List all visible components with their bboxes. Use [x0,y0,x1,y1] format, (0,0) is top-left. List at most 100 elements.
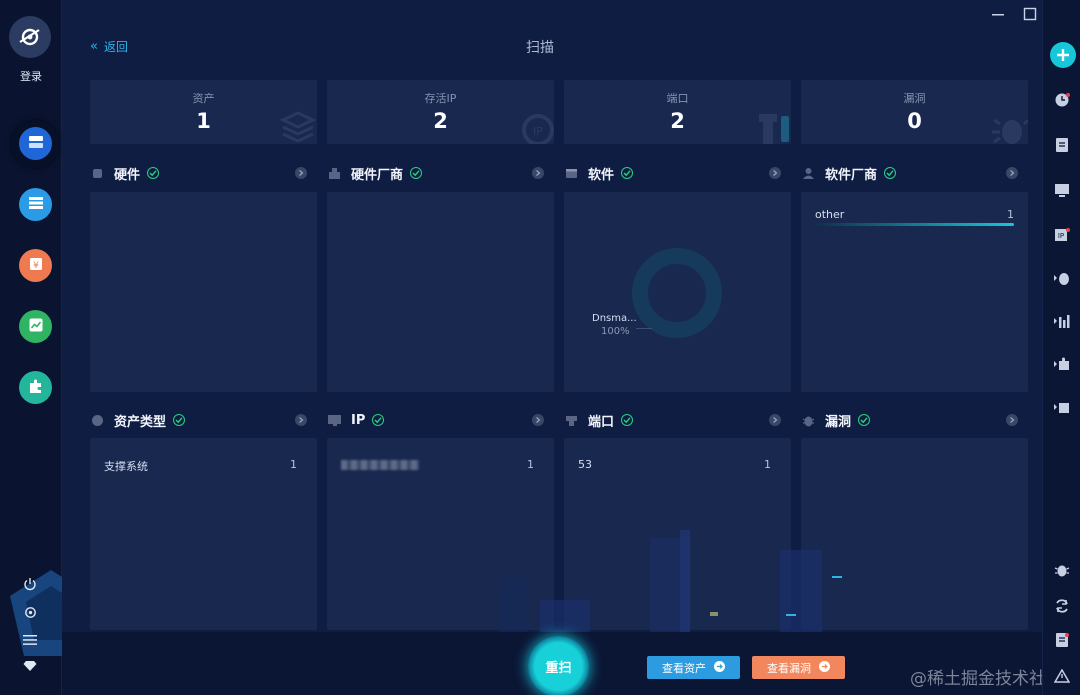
puzzle-plugin-icon[interactable] [1052,354,1072,374]
section-header-vuln: 漏洞 [801,410,871,430]
pie-icon [90,413,104,427]
report-icon[interactable] [1052,630,1072,650]
section-title: IP [351,412,366,428]
row-count: 1 [527,458,534,471]
software-window-icon [564,166,578,180]
layers-icon [279,111,317,143]
menu-icon[interactable] [20,630,40,650]
section-title: 软件 [588,167,615,183]
section-title: 资产类型 [114,414,167,430]
clock-history-icon[interactable] [1052,90,1072,110]
section-header-asset-type: 资产类型 [90,410,186,430]
warning-triangle-icon[interactable] [1052,666,1072,686]
row-count: 1 [1007,208,1014,221]
list-item[interactable]: 1 [341,458,534,471]
section-header-ip: IP [327,410,385,430]
plugin-extension-icon[interactable] [1052,397,1072,417]
login-label[interactable]: 登录 [0,68,62,84]
view-vulns-label: 查看漏洞 [767,661,811,675]
add-plus-icon[interactable] [1050,42,1076,68]
monitor-icon[interactable] [1052,180,1072,200]
more-arrow-icon[interactable] [1006,414,1018,426]
svg-text:IP: IP [1058,232,1064,240]
more-arrow-icon[interactable] [769,414,781,426]
watermark-text: @稀土掘金技术社区 [910,669,1063,689]
bar-chart-icon[interactable] [1052,311,1072,331]
bug-icon [992,118,1028,144]
view-vulns-button[interactable]: 查看漏洞 [752,656,845,679]
stat-card-vulns[interactable]: 漏洞 0 [801,80,1028,144]
asset-server-icon [28,134,44,153]
list-item[interactable]: other 1 [815,208,1014,221]
more-arrow-icon[interactable] [769,167,781,179]
settings-gear-icon[interactable] [20,602,40,622]
software-donut-chart[interactable] [630,246,724,340]
row-count: 1 [290,458,297,471]
check-circle-icon [621,167,634,179]
nav-list-button[interactable] [19,188,52,221]
more-arrow-icon[interactable] [295,414,307,426]
minimize-icon[interactable] [989,5,1007,23]
more-arrow-icon[interactable] [532,167,544,179]
nav-asset-server-button[interactable] [19,127,52,160]
ip-location-icon: IP [522,114,554,144]
document-icon[interactable] [1052,135,1072,155]
arrow-right-circle-icon [819,660,830,675]
back-button[interactable]: « 返回 [90,38,128,55]
section-title: 软件厂商 [825,167,878,183]
asset-type-panel: 支撑系统 1 [90,438,317,630]
ip-address-icon[interactable]: IP [1052,225,1072,245]
check-circle-icon [884,167,897,179]
row-name: other [815,208,845,221]
view-assets-button[interactable]: 查看资产 [647,656,740,679]
software-panel: Dnsma... 100% [564,192,791,392]
stat-label: 存活IP [424,92,457,105]
city-skyline-decoration [500,530,842,635]
check-circle-icon [410,167,423,179]
section-header-software: 软件 [564,163,634,183]
back-label: 返回 [103,40,128,54]
donut-leader-line [636,328,652,329]
bug-icon [801,413,815,427]
vendor-icon [327,166,341,180]
user-vendor-icon [801,166,815,180]
list-item[interactable]: 支撑系统 1 [104,458,297,474]
row-name: 53 [578,458,592,471]
nav-ticket-button[interactable]: ¥ [19,249,52,282]
satellite-logo-icon[interactable] [9,16,51,58]
more-arrow-icon[interactable] [532,414,544,426]
donut-legend-label: Dnsma... [592,313,637,324]
stat-card-assets[interactable]: 资产 1 [90,80,317,144]
donut-legend-percent: 100% [601,326,630,337]
maximize-icon[interactable] [1021,5,1039,23]
diamond-vip-icon[interactable] [20,656,40,676]
port-icon [564,413,578,427]
stat-card-live-ip[interactable]: 存活IP 2 IP [327,80,554,144]
section-header-software-vendor: 软件厂商 [801,163,897,183]
more-arrow-icon[interactable] [1006,167,1018,179]
vuln-bug-icon[interactable] [1052,560,1072,580]
more-arrow-icon[interactable] [295,167,307,179]
blurred-ip-address [341,460,419,470]
progress-bar [815,223,1014,226]
power-icon[interactable] [20,574,40,594]
stat-label: 资产 [192,92,215,105]
check-circle-icon [372,414,385,426]
rescan-button[interactable]: 重扫 [528,636,589,695]
bug-scan-icon[interactable] [1052,268,1072,288]
nav-plugin-button[interactable] [19,371,52,404]
section-title: 端口 [588,414,615,430]
double-chevron-left-icon: « [90,39,98,54]
left-sidebar: 登录 ¥ [0,0,92,695]
section-title: 硬件 [114,167,141,183]
refresh-icon[interactable] [1052,596,1072,616]
svg-text:IP: IP [533,125,543,138]
port-plug-icon [759,114,789,144]
list-item[interactable]: 53 1 [578,458,771,471]
nav-trend-button[interactable] [19,310,52,343]
check-circle-icon [147,167,160,179]
stat-card-ports[interactable]: 端口 2 [564,80,791,144]
hardware-panel [90,192,317,392]
stat-label: 端口 [666,92,689,105]
row-name: 支撑系统 [104,460,148,473]
